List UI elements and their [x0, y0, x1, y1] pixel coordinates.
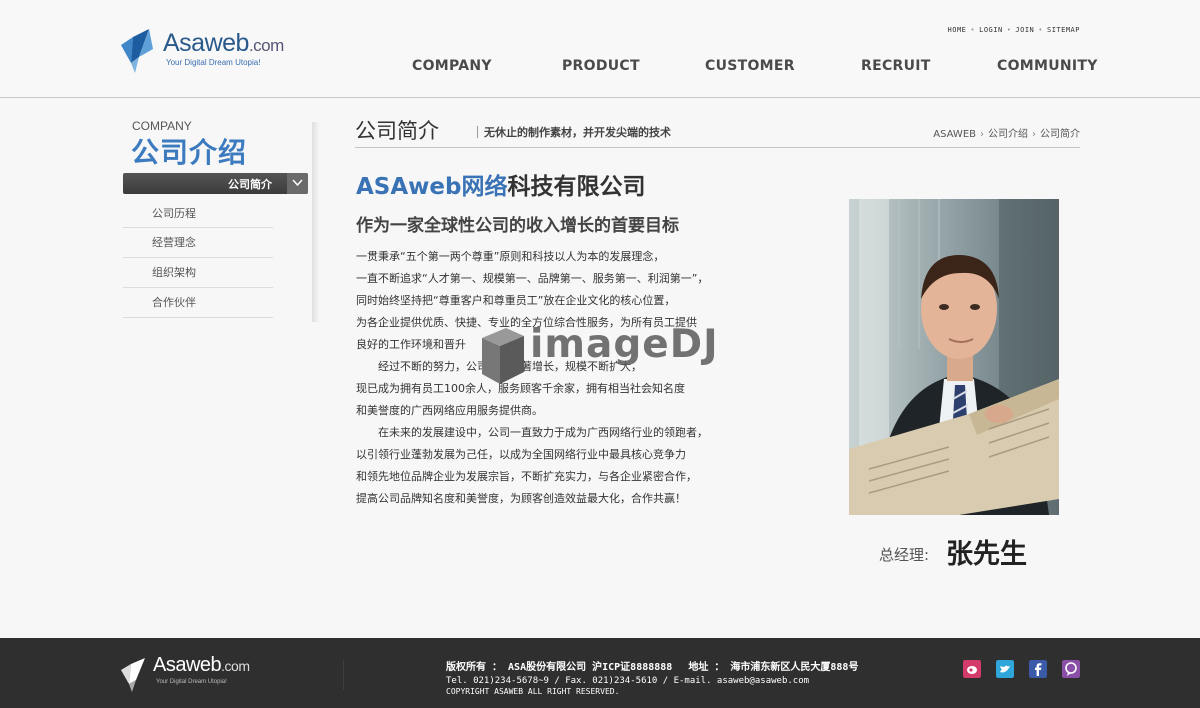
- sidebar-divider: [312, 122, 320, 322]
- company-name: ASAweb网络科技有限公司: [356, 174, 646, 200]
- footer-info: 版权所有 ： ASA股份有限公司 沪ICP证8888888 地址 ： 海市浦东新…: [446, 658, 858, 696]
- title-divider: [355, 147, 1080, 148]
- sidebar-title: 公司介绍: [131, 136, 248, 169]
- breadcrumb-root[interactable]: ASAWEB: [933, 129, 976, 140]
- sidebar-menu: 公司历程 经营理念 组织架构 合作伙伴: [123, 199, 273, 318]
- chevron-right-icon: ›: [1032, 129, 1036, 140]
- watermark-cube-icon: [482, 328, 524, 384]
- intro-line: 一直不断追求“人才第一、规模第一、品牌第一、服务第一、利润第一”，: [356, 272, 709, 285]
- sidebar-item-partners[interactable]: 合作伙伴: [123, 288, 273, 318]
- sitemap-link[interactable]: SITEMAP: [1047, 26, 1080, 34]
- nav-community[interactable]: COMMUNITY: [997, 58, 1098, 74]
- page-title: 公司简介: [355, 119, 439, 143]
- footer-contact: Tel. 021)234-5678~9 / Fax. 021)234-5610 …: [446, 676, 810, 686]
- site-header: Asaweb.com Your Digital Dream Utopia! HO…: [0, 0, 1200, 98]
- nav-company[interactable]: COMPANY: [412, 58, 492, 74]
- sidebar-item-philosophy[interactable]: 经营理念: [123, 228, 273, 258]
- sidebar-active-label: 公司简介: [228, 178, 272, 191]
- intro-line: 一贯秉承“五个第一两个尊重”原则和科技以人为本的发展理念，: [356, 250, 665, 263]
- title-separator: [477, 126, 478, 138]
- chevron-right-icon: ›: [980, 129, 984, 140]
- sidebar-item-organization[interactable]: 组织架构: [123, 258, 273, 288]
- breadcrumb-current: 公司简介: [1040, 129, 1080, 140]
- headline: 作为一家全球性公司的收入增长的首要目标: [356, 216, 679, 236]
- watermark-text: imageDJ: [530, 322, 719, 367]
- manager-label: 总经理:: [879, 546, 930, 564]
- nav-recruit[interactable]: RECRUIT: [861, 58, 931, 74]
- watermark: imageDJ: [478, 322, 728, 386]
- intro-line: 同时始终坚持把“尊重客户和尊重员工”放在企业文化的核心位置，: [356, 294, 676, 307]
- join-link[interactable]: JOIN: [1015, 26, 1034, 34]
- intro-line: 以引领行业蓬勃发展为己任，以成为全国网络行业中最具核心竞争力: [356, 448, 686, 461]
- site-footer: Asaweb.com Your Digital Dream Utopia! 版权…: [0, 638, 1200, 708]
- footer-logo-mark-icon: [121, 658, 145, 692]
- site-logo[interactable]: Asaweb.com Your Digital Dream Utopia!: [119, 27, 299, 77]
- page-subtitle: 无休止的制作素材，并开发尖端的技术: [484, 126, 671, 139]
- manager-photo: [849, 199, 1059, 515]
- utility-links: HOME • LOGIN • JOIN • SITEMAP: [947, 26, 1080, 34]
- intro-line: 提高公司品牌知名度和美誉度，为顾客创造效益最大化，合作共赢！: [356, 492, 686, 505]
- nav-customer[interactable]: CUSTOMER: [705, 58, 795, 74]
- footer-divider: [343, 660, 344, 690]
- logo-tagline: Your Digital Dream Utopia!: [166, 58, 261, 67]
- logo-brand: Asaweb.com: [163, 29, 284, 57]
- footer-copyright: COPYRIGHT ASAWEB ALL RIGHT RESERVED.: [446, 687, 620, 696]
- footer-logo[interactable]: Asaweb.com Your Digital Dream Utopia!: [119, 654, 269, 694]
- intro-line: 在未来的发展建设中，公司一直致力于成为广西网络行业的领跑者，: [378, 426, 708, 439]
- login-link[interactable]: LOGIN: [979, 26, 1003, 34]
- footer-brand: Asaweb.com: [153, 654, 250, 676]
- weibo-icon[interactable]: [963, 660, 981, 678]
- intro-line: 和美誉度的广西网络应用服务提供商。: [356, 404, 543, 417]
- logo-mark-icon: [121, 29, 153, 73]
- nav-product[interactable]: PRODUCT: [562, 58, 640, 74]
- chevron-down-icon: [287, 173, 308, 194]
- sidebar-item-history[interactable]: 公司历程: [123, 199, 273, 228]
- footer-company-address: 版权所有 ： ASA股份有限公司 沪ICP证8888888 地址 ： 海市浦东新…: [446, 662, 859, 673]
- breadcrumb: ASAWEB › 公司介绍 › 公司简介: [933, 125, 1080, 140]
- breadcrumb-section[interactable]: 公司介绍: [988, 129, 1028, 140]
- main-nav: COMPANY PRODUCT CUSTOMER RECRUIT COMMUNI…: [412, 58, 1097, 78]
- intro-line: 和领先地位品牌企业为发展宗旨，不断扩充实力，与各企业紧密合作，: [356, 470, 697, 483]
- footer-tagline: Your Digital Dream Utopia!: [156, 679, 227, 685]
- chat-icon[interactable]: [1062, 660, 1080, 678]
- sidebar-item-active[interactable]: 公司简介: [123, 173, 308, 194]
- facebook-icon[interactable]: [1029, 660, 1047, 678]
- manager-name: 张先生: [946, 539, 1027, 570]
- twitter-icon[interactable]: [996, 660, 1014, 678]
- home-link[interactable]: HOME: [948, 26, 967, 34]
